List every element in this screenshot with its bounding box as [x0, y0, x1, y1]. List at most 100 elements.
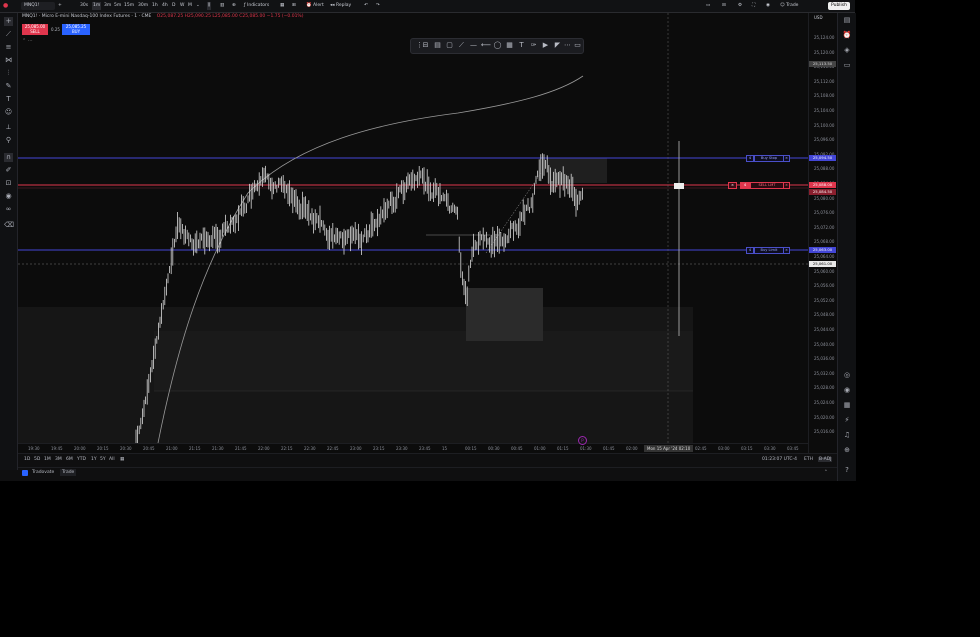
- range-1y[interactable]: 1Y: [91, 457, 97, 462]
- emoji-icon[interactable]: ☺: [4, 108, 13, 117]
- buy-limit-qty-tag[interactable]: 4: [746, 247, 754, 254]
- buy-limit-close-icon[interactable]: ×: [783, 247, 790, 254]
- candle-type-icon[interactable]: ⫼: [207, 2, 212, 10]
- buy-limit-tag[interactable]: Buy Limit: [754, 247, 784, 254]
- range-3m[interactable]: 3M: [55, 457, 62, 462]
- range-5y[interactable]: 5Y: [100, 457, 106, 462]
- circle-icon[interactable]: ◯: [493, 41, 502, 50]
- tf-30s[interactable]: 30s: [80, 2, 88, 10]
- watchlist-icon[interactable]: ▤: [842, 16, 852, 25]
- indicators-button[interactable]: ƒ Indicators: [244, 2, 269, 10]
- marker-icon[interactable]: ◤: [553, 41, 562, 50]
- arrow-left-icon[interactable]: ⟵: [481, 41, 491, 50]
- publish-button[interactable]: Publish: [828, 2, 850, 10]
- horizontal-ray-icon[interactable]: —: [469, 41, 478, 50]
- zoom-icon[interactable]: ⚲: [4, 136, 13, 145]
- fullscreen-icon[interactable]: ⛶: [752, 2, 755, 10]
- more-icon[interactable]: ⋯: [563, 41, 572, 50]
- tf-5m[interactable]: 5m: [114, 2, 121, 10]
- session-label[interactable]: ETH: [804, 457, 813, 462]
- alerts-icon[interactable]: ⏰: [842, 31, 852, 40]
- tf-30m[interactable]: 30m: [138, 2, 148, 10]
- layers-icon[interactable]: ⊟: [421, 41, 430, 50]
- tf-4h[interactable]: 4h: [162, 2, 168, 10]
- line-tool-icon[interactable]: ⟋: [457, 41, 466, 50]
- maximize-panel-icon[interactable]: ⌃: [824, 470, 828, 475]
- notifications-icon[interactable]: ♫: [842, 431, 852, 440]
- alert-button[interactable]: ⏰ Alert: [306, 2, 324, 10]
- list-icon[interactable]: ▤: [433, 41, 442, 50]
- buy-stop-qty-tag[interactable]: 4: [746, 155, 754, 162]
- trade-tab[interactable]: Trade: [60, 469, 77, 476]
- pen-icon[interactable]: ✑: [529, 41, 538, 50]
- range-6m[interactable]: 6M: [66, 457, 73, 462]
- buy-button[interactable]: 25,085.25 BUY: [62, 24, 90, 35]
- range-1m[interactable]: 1M: [44, 457, 51, 462]
- target-icon[interactable]: ◎: [842, 371, 852, 380]
- sell-limit-tag[interactable]: SELL LMT: [750, 182, 784, 189]
- range-1d[interactable]: 1D: [24, 457, 30, 462]
- ideas-icon[interactable]: ◉: [842, 386, 852, 395]
- calendar-range-icon[interactable]: ▦: [120, 457, 124, 462]
- price-axis[interactable]: USD 25,124.0025,120.0025,116.0025,112.00…: [808, 13, 838, 453]
- layout-grid-icon[interactable]: ▭: [706, 2, 710, 10]
- tf-1h[interactable]: 1h: [152, 2, 158, 10]
- hotlist-icon[interactable]: ⚡: [842, 416, 852, 425]
- trash-icon[interactable]: ⌫: [4, 221, 14, 230]
- currency-label[interactable]: USD: [814, 15, 823, 20]
- fib-icon[interactable]: ⫶: [4, 69, 13, 78]
- range-all[interactable]: All: [109, 457, 115, 462]
- adj-label[interactable]: B-ADJ: [818, 457, 833, 462]
- price-chart[interactable]: [18, 13, 808, 443]
- sell-qty-tag[interactable]: 4: [740, 182, 750, 189]
- sell-qty-close-icon[interactable]: ×: [728, 182, 737, 189]
- calendar-icon[interactable]: ▦: [842, 401, 852, 410]
- chart-canvas[interactable]: [18, 13, 808, 443]
- trendline-icon[interactable]: ⟋: [4, 30, 13, 39]
- templates-icon[interactable]: ⊞: [292, 2, 296, 10]
- help-icon[interactable]: ?: [842, 466, 852, 475]
- collapse-legend-icon[interactable]: ⌃ ···: [22, 38, 33, 44]
- text-tool-icon[interactable]: T: [517, 41, 526, 50]
- speech-icon[interactable]: ▭: [573, 41, 582, 50]
- clock-label[interactable]: 01:23:07 UTC-4: [762, 457, 797, 462]
- layout-icon[interactable]: ▦: [280, 2, 284, 10]
- camera-icon[interactable]: ◉: [766, 2, 770, 10]
- sell-limit-close-icon[interactable]: ×: [783, 182, 790, 189]
- tf-M[interactable]: M: [188, 2, 192, 10]
- range-5d[interactable]: 5D: [34, 457, 40, 462]
- compare-icon[interactable]: ⊕: [232, 2, 236, 10]
- play-icon[interactable]: ▶: [541, 41, 550, 50]
- pattern-icon[interactable]: ⋈: [4, 56, 13, 65]
- chat-icon[interactable]: ▭: [842, 61, 852, 70]
- position-marker[interactable]: [674, 183, 684, 189]
- buy-stop-tag[interactable]: Buy Stop: [754, 155, 784, 162]
- range-ytd[interactable]: YTD: [77, 457, 86, 462]
- layouts-icon[interactable]: ⊟: [722, 2, 726, 10]
- tf-3m[interactable]: 3m: [104, 2, 111, 10]
- replay-button[interactable]: ◂◂ Replay: [330, 2, 351, 10]
- tf-W[interactable]: W: [180, 2, 184, 10]
- text-icon[interactable]: T: [4, 95, 13, 104]
- lock-icon[interactable]: ⊡: [4, 179, 13, 188]
- draw-mode-icon[interactable]: ✐: [4, 166, 13, 175]
- rectangle-icon[interactable]: ▢: [445, 41, 454, 50]
- ruler-icon[interactable]: ⟂: [4, 123, 13, 132]
- magnet-icon[interactable]: ∩: [4, 153, 13, 162]
- tf-1m[interactable]: 1m: [92, 2, 102, 10]
- redo-icon[interactable]: ↷: [376, 2, 380, 10]
- grid-icon[interactable]: ▦: [505, 41, 514, 50]
- symbol-search[interactable]: MNQ1!: [21, 2, 55, 10]
- horizontal-lines-icon[interactable]: ≡: [4, 43, 13, 52]
- brush-icon[interactable]: ✎: [4, 82, 13, 91]
- tf-15m[interactable]: 15m: [124, 2, 134, 10]
- undo-icon[interactable]: ↶: [364, 2, 368, 10]
- data-window-icon[interactable]: ◈: [842, 46, 852, 55]
- sell-button[interactable]: 25,085.00 SELL: [22, 24, 48, 35]
- globe-icon[interactable]: ⊕: [842, 446, 852, 455]
- trade-button[interactable]: ☺ Trade: [780, 2, 798, 10]
- eye-icon[interactable]: ◉: [4, 192, 13, 201]
- chevron-down-icon[interactable]: ⌄: [196, 2, 200, 10]
- event-marker-icon[interactable]: P: [578, 436, 587, 445]
- broker-label[interactable]: Tradovate: [32, 470, 54, 475]
